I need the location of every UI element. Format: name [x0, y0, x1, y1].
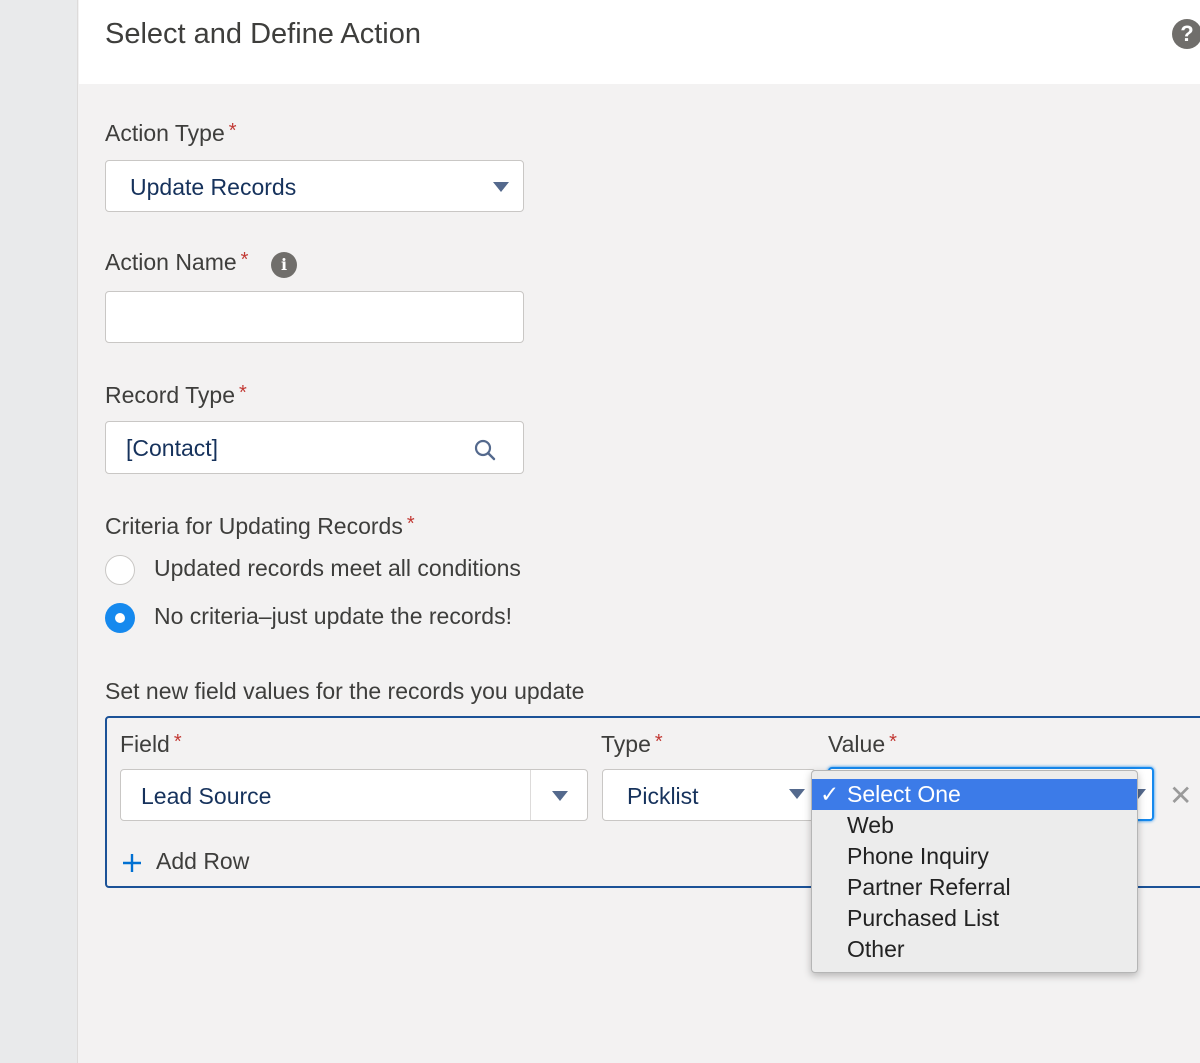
radio-no-criteria-label[interactable]: No criteria–just update the records!	[154, 603, 512, 630]
add-row-label: Add Row	[156, 848, 250, 874]
value-column-header-text: Value	[828, 731, 886, 757]
checkmark-icon: ✓	[820, 781, 840, 807]
action-name-input[interactable]	[105, 291, 524, 343]
action-type-value: Update Records	[130, 174, 297, 200]
type-select[interactable]: Picklist	[602, 769, 816, 821]
chevron-down-icon	[493, 182, 509, 192]
required-asterisk: *	[889, 731, 897, 753]
dropdown-option-label: Partner Referral	[847, 874, 1011, 900]
info-icon[interactable]: i	[271, 252, 297, 278]
action-panel: Select and Define Action ? Action Type * …	[79, 0, 1200, 1063]
type-column-header: Type *	[601, 731, 663, 758]
dropdown-option[interactable]: ✓ Select One	[812, 779, 1137, 810]
action-name-label: Action Name *	[105, 249, 248, 276]
dropdown-option[interactable]: Web	[812, 810, 1137, 841]
required-asterisk: *	[240, 249, 249, 271]
dropdown-option[interactable]: Partner Referral	[812, 872, 1137, 903]
record-type-value: [Contact]	[126, 435, 219, 461]
chevron-down-icon	[552, 791, 568, 801]
dropdown-option[interactable]: Phone Inquiry	[812, 841, 1137, 872]
required-asterisk: *	[173, 731, 182, 753]
dropdown-option-label: Other	[847, 936, 905, 962]
dropdown-option[interactable]: Purchased List	[812, 903, 1137, 934]
field-column-header: Field *	[120, 731, 182, 758]
type-column-header-text: Type	[601, 731, 651, 757]
required-asterisk: *	[238, 382, 247, 404]
field-values-label: Set new field values for the records you…	[105, 678, 585, 704]
type-select-value: Picklist	[627, 783, 699, 809]
criteria-label-text: Criteria for Updating Records	[105, 513, 403, 539]
dropdown-option-label: Web	[847, 812, 894, 838]
dropdown-option-label: Select One	[847, 781, 961, 807]
dropdown-option-label: Purchased List	[847, 905, 1000, 931]
value-column-header: Value *	[828, 731, 897, 758]
required-asterisk: *	[654, 731, 663, 753]
action-type-label: Action Type *	[105, 120, 237, 147]
field-column-header-text: Field	[120, 731, 170, 757]
required-asterisk: *	[228, 120, 237, 142]
add-row-button[interactable]: Add Row	[120, 846, 320, 878]
required-asterisk: *	[406, 513, 415, 535]
chevron-down-icon	[789, 789, 805, 799]
record-type-lookup[interactable]: [Contact]	[105, 421, 524, 474]
left-sidebar-strip	[0, 0, 78, 1063]
action-type-label-text: Action Type	[105, 120, 225, 146]
select-divider	[530, 770, 531, 820]
question-circle-icon[interactable]: ?	[1172, 19, 1200, 49]
record-type-label: Record Type *	[105, 382, 247, 409]
value-dropdown-list: ✓ Select One Web Phone Inquiry Partner R…	[811, 770, 1138, 973]
field-select-value: Lead Source	[141, 783, 272, 809]
plus-icon	[123, 854, 141, 872]
page-title: Select and Define Action	[105, 18, 421, 50]
criteria-label: Criteria for Updating Records *	[105, 513, 415, 540]
action-name-label-text: Action Name	[105, 249, 237, 275]
record-type-label-text: Record Type	[105, 382, 235, 408]
dropdown-option-label: Phone Inquiry	[847, 843, 989, 869]
radio-no-criteria[interactable]	[105, 603, 135, 633]
field-select[interactable]: Lead Source	[120, 769, 588, 821]
radio-meet-all-conditions-label[interactable]: Updated records meet all conditions	[154, 555, 521, 582]
search-icon[interactable]	[473, 438, 497, 462]
panel-header: Select and Define Action ?	[79, 0, 1200, 84]
close-icon[interactable]: ✕	[1169, 779, 1192, 812]
radio-meet-all-conditions[interactable]	[105, 555, 135, 585]
dropdown-option[interactable]: Other	[812, 934, 1137, 965]
action-type-select[interactable]: Update Records	[105, 160, 524, 212]
